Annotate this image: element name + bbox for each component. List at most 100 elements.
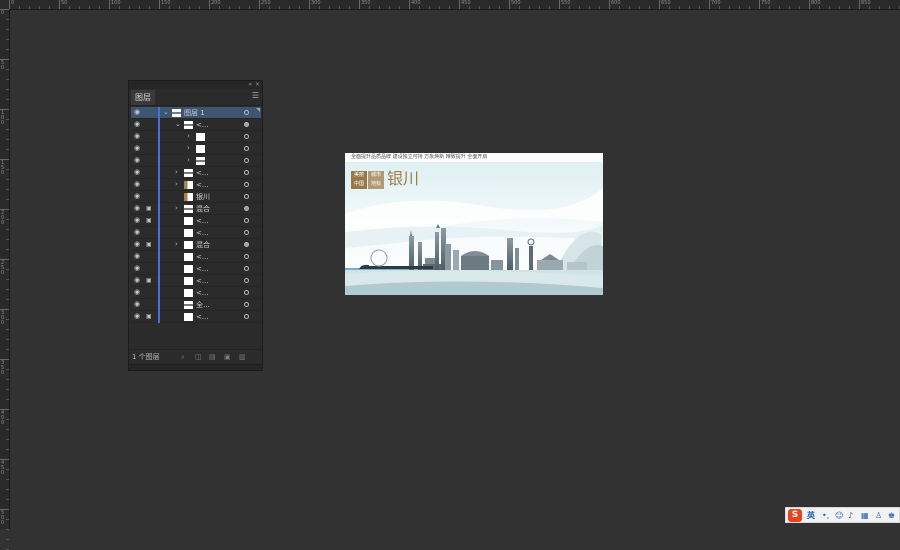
lock-toggle[interactable] xyxy=(146,229,154,236)
user-icon[interactable]: ♙ xyxy=(875,510,882,521)
layer-row[interactable]: ◉ ▣ <... xyxy=(131,275,261,287)
layer-target-icon[interactable] xyxy=(244,158,249,163)
layer-target-icon[interactable] xyxy=(244,194,249,199)
chevron-right-icon[interactable]: › xyxy=(175,168,178,177)
lock-toggle[interactable] xyxy=(146,109,154,116)
new-sublayer-icon[interactable]: ▤ xyxy=(209,352,216,362)
visibility-eye-icon[interactable]: ◉ xyxy=(134,289,143,296)
layer-target-icon[interactable] xyxy=(244,134,249,139)
layer-row[interactable]: ◉ › <... xyxy=(131,179,261,191)
layer-target-icon[interactable] xyxy=(244,266,249,271)
visibility-eye-icon[interactable]: ◉ xyxy=(134,313,143,320)
layer-target-icon[interactable] xyxy=(244,254,249,259)
layer-target-icon[interactable] xyxy=(244,242,249,247)
lock-toggle[interactable] xyxy=(146,301,154,308)
visibility-eye-icon[interactable]: ◉ xyxy=(134,169,143,176)
layer-target-icon[interactable] xyxy=(244,314,249,319)
layer-name[interactable]: <... xyxy=(196,287,209,299)
layer-name[interactable]: <... xyxy=(196,263,209,275)
lock-toggle[interactable] xyxy=(146,169,154,176)
emoji-icon[interactable]: ☺ xyxy=(835,510,843,521)
layer-target-icon[interactable] xyxy=(244,110,249,115)
layer-row[interactable]: ◉ ▣ <... xyxy=(131,311,261,323)
search-icon[interactable]: ⌕ xyxy=(181,352,185,362)
layer-row[interactable]: ◉ <... xyxy=(131,251,261,263)
new-layer-icon[interactable]: ▣ xyxy=(224,352,231,362)
chevron-right-icon[interactable]: › xyxy=(187,156,190,165)
delete-icon[interactable]: ▥ xyxy=(239,352,246,362)
layer-row[interactable]: ◉ 银川 xyxy=(131,191,261,203)
visibility-eye-icon[interactable]: ◉ xyxy=(134,229,143,236)
visibility-eye-icon[interactable]: ◉ xyxy=(134,193,143,200)
layer-row[interactable]: ◉ › xyxy=(131,143,261,155)
lock-toggle[interactable] xyxy=(146,145,154,152)
layer-row[interactable]: ◉ › xyxy=(131,131,261,143)
visibility-eye-icon[interactable]: ◉ xyxy=(134,133,143,140)
chevron-right-icon[interactable]: › xyxy=(187,132,190,141)
chevron-right-icon[interactable]: › xyxy=(175,240,178,249)
layer-row[interactable]: ◉ <... xyxy=(131,227,261,239)
layer-name[interactable]: <... xyxy=(196,311,209,323)
lock-icon[interactable]: ▣ xyxy=(146,241,154,248)
layer-name[interactable]: <... xyxy=(196,119,209,131)
chevron-right-icon[interactable]: › xyxy=(175,180,178,189)
chevron-down-icon[interactable]: ⌄ xyxy=(163,108,169,117)
lock-toggle[interactable] xyxy=(146,157,154,164)
lock-toggle[interactable] xyxy=(146,181,154,188)
make-clip-mask-icon[interactable]: ◫ xyxy=(195,352,202,362)
chevron-right-icon[interactable]: › xyxy=(175,204,178,213)
lock-icon[interactable]: ▣ xyxy=(146,205,154,212)
visibility-eye-icon[interactable]: ◉ xyxy=(134,253,143,260)
layer-row[interactable]: ◉ <... xyxy=(131,263,261,275)
horizontal-ruler[interactable]: 0 50 100 150 200 250 300 350 400 450 500 550 600 650 7… xyxy=(0,0,900,10)
lock-icon[interactable]: ▣ xyxy=(146,313,154,320)
layer-name[interactable]: <... xyxy=(196,275,209,287)
layer-target-icon[interactable] xyxy=(244,206,249,211)
lock-toggle[interactable] xyxy=(146,265,154,272)
layer-row[interactable]: ◉ › xyxy=(131,155,261,167)
lock-icon[interactable]: ▣ xyxy=(146,277,154,284)
sogou-logo-icon[interactable]: S xyxy=(788,509,802,522)
layer-row[interactable]: ◉ 全... xyxy=(131,299,261,311)
layer-name[interactable]: <... xyxy=(196,227,209,239)
panel-resize-grip[interactable] xyxy=(129,364,262,370)
layer-target-icon[interactable] xyxy=(244,230,249,235)
layer-name[interactable]: 全... xyxy=(196,299,210,311)
lock-toggle[interactable] xyxy=(146,193,154,200)
layer-name[interactable]: <... xyxy=(196,251,209,263)
layer-row[interactable]: ◉ ▣ › 混合 xyxy=(131,203,261,215)
visibility-eye-icon[interactable]: ◉ xyxy=(134,217,143,224)
layer-target-icon[interactable] xyxy=(244,278,249,283)
layer-target-icon[interactable] xyxy=(244,302,249,307)
lock-toggle[interactable] xyxy=(146,289,154,296)
vertical-ruler[interactable]: 0 50 100 150 200 250 300 350 400 450 500 xyxy=(0,9,10,550)
layer-name[interactable]: 混合 xyxy=(196,239,210,251)
layer-row[interactable]: ◉ ⌄ <... xyxy=(131,119,261,131)
visibility-eye-icon[interactable]: ◉ xyxy=(134,301,143,308)
layer-target-icon[interactable] xyxy=(244,290,249,295)
layer-name[interactable]: <... xyxy=(196,215,209,227)
lock-toggle[interactable] xyxy=(146,121,154,128)
layer-target-icon[interactable] xyxy=(244,146,249,151)
visibility-eye-icon[interactable]: ◉ xyxy=(134,205,143,212)
layer-row[interactable]: ◉ › <... xyxy=(131,167,261,179)
visibility-eye-icon[interactable]: ◉ xyxy=(134,157,143,164)
ime-language-toggle[interactable]: 英 xyxy=(807,510,815,521)
chevron-down-icon[interactable]: ⌄ xyxy=(175,120,181,129)
layer-name[interactable]: 混合 xyxy=(196,203,210,215)
lock-toggle[interactable] xyxy=(146,133,154,140)
visibility-eye-icon[interactable]: ◉ xyxy=(134,181,143,188)
layer-name[interactable]: <... xyxy=(196,167,209,179)
close-panel-icon[interactable]: × xyxy=(255,81,260,89)
layer-target-icon[interactable] xyxy=(244,182,249,187)
layer-row[interactable]: ◉ ⌄ 图层 1 xyxy=(131,107,261,119)
layer-target-icon[interactable] xyxy=(244,122,249,127)
keyboard-icon[interactable]: ▦ xyxy=(861,510,869,521)
panel-menu-icon[interactable]: ☰ xyxy=(252,92,259,100)
visibility-eye-icon[interactable]: ◉ xyxy=(134,265,143,272)
layer-name[interactable]: 图层 1 xyxy=(184,107,205,119)
layer-name[interactable]: <... xyxy=(196,179,209,191)
layer-target-icon[interactable] xyxy=(244,170,249,175)
punctuation-icon[interactable]: •, xyxy=(822,510,829,521)
visibility-eye-icon[interactable]: ◉ xyxy=(134,145,143,152)
